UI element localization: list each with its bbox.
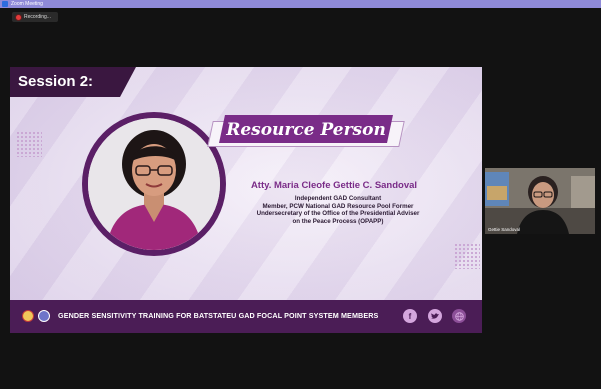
session-tab: Session 2: [10,67,136,97]
university-logo-icon [22,310,34,322]
credential-line: on the Peace Process (OPAPP) [292,217,384,225]
resource-person-banner: Resource Person [207,115,405,147]
credential-line: Independent GAD Consultant [294,195,382,202]
zoom-app-icon [2,1,8,7]
banner-text: Resource Person [226,120,386,140]
speaker-name: Atty. Maria Cleofe Gettie C. Sandoval [250,180,418,191]
web-icon [452,309,466,323]
participant-video [485,168,595,234]
credential-line: Undersecretary of the Office of the Pres… [256,210,420,218]
dot-grid-decoration [454,243,480,269]
gad-logo-icon [38,310,50,322]
portrait-image [88,118,220,250]
participant-name: Gettie Sandoval [488,227,521,232]
speaker-credentials: Independent GAD Consultant Member, PCW N… [232,195,444,225]
dot-grid-decoration [16,131,42,157]
recording-label: Recording... [24,14,51,20]
participant-video-tile[interactable]: Gettie Sandoval [485,168,595,234]
twitter-icon [428,309,442,323]
facebook-icon: f [403,309,417,323]
record-icon [16,14,21,20]
speaker-portrait [88,118,220,250]
slide-footer: GENDER SENSITIVITY TRAINING FOR BATSTATE… [10,300,482,333]
window-titlebar: Zoom Meeting [0,0,601,8]
credential-line: Member, PCW National GAD Resource Pool F… [262,202,414,210]
session-label: Session 2: [18,73,94,90]
window-title: Zoom Meeting [11,1,43,7]
recording-indicator[interactable]: Recording... [12,12,58,22]
footer-text: GENDER SENSITIVITY TRAINING FOR BATSTATE… [58,311,379,320]
shared-screen-slide: Session 2: Resource Person Atty. Maria C… [10,67,482,333]
